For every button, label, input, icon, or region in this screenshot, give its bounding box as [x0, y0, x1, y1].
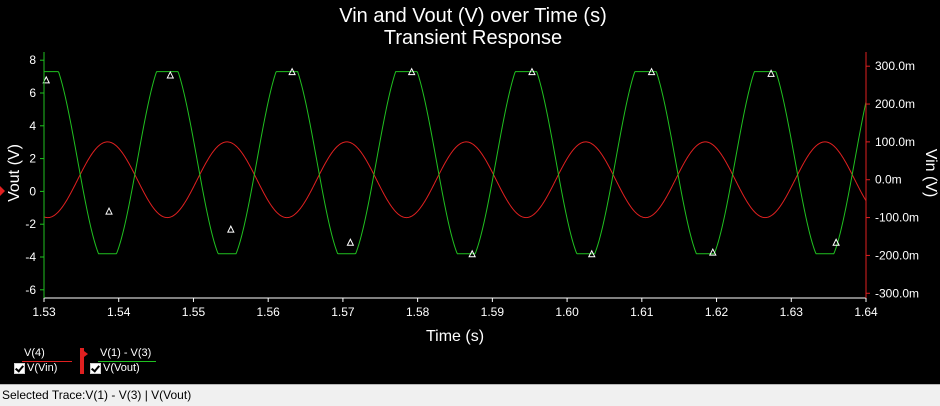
- x-tick-label: 1.62: [705, 305, 729, 319]
- x-tick-label: 1.56: [257, 305, 281, 319]
- legend-item-vout-label: V(Vout): [103, 362, 140, 374]
- data-point-marker: [227, 225, 235, 233]
- status-text: Selected Trace:V(1) - V(3) | V(Vout): [2, 388, 192, 402]
- y-left-tick-label: 8: [29, 53, 36, 67]
- chart-title: Vin and Vout (V) over Time (s): [339, 5, 607, 27]
- y-left-axis-label: Vout (V): [6, 144, 23, 202]
- chart-subtitle: Transient Response: [384, 27, 562, 49]
- x-tick-label: 1.61: [630, 305, 654, 319]
- legend-item-vin[interactable]: V(4) V(Vin): [14, 347, 72, 379]
- x-tick-label: 1.64: [854, 305, 878, 319]
- markers-layer: [42, 67, 840, 258]
- series-layer: [43, 71, 867, 255]
- x-axis-label: Time (s): [426, 328, 484, 345]
- x-tick-label: 1.60: [555, 305, 579, 319]
- axis-selection-marker: [0, 186, 5, 196]
- data-point-marker: [105, 206, 113, 215]
- y-right-tick-label: 0.0m: [875, 173, 902, 187]
- data-point-marker: [166, 70, 175, 79]
- plot-frame: [43, 51, 867, 299]
- y-right-tick-label: -100.0m: [875, 211, 919, 225]
- legend-vin-checkbox[interactable]: [14, 363, 25, 374]
- selected-trace-bar: [80, 348, 84, 374]
- series-line-v-vout-[interactable]: [44, 71, 867, 255]
- legend-item-vout-swatch: [98, 361, 156, 362]
- legend-item-vin-label: V(Vin): [27, 362, 58, 374]
- x-tick-label: 1.55: [182, 305, 206, 319]
- y-right-ticks: 300.0m 200.0m 100.0m 0.0m -100.0m -200.0m -300…: [866, 59, 919, 300]
- y-right-tick-label: 200.0m: [875, 97, 915, 111]
- x-tick-label: 1.63: [780, 305, 804, 319]
- legend-item-vout[interactable]: V(1) - V(3) V(Vout): [80, 347, 156, 379]
- y-right-axis-label: Vin (V): [922, 149, 939, 198]
- x-tick-label: 1.57: [331, 305, 355, 319]
- y-right-tick-label: 300.0m: [875, 59, 915, 73]
- y-left-tick-label: 2: [29, 152, 36, 166]
- legend-item-vin-source: V(4): [24, 347, 45, 359]
- x-tick-label: 1.59: [481, 305, 505, 319]
- legend-vout-checkbox[interactable]: [90, 363, 101, 374]
- x-tick-label: 1.53: [32, 305, 56, 319]
- y-left-ticks: 8 6 4 2 0 -2 -4 -6: [25, 53, 44, 297]
- data-point-marker: [346, 238, 355, 246]
- y-right-tick-label: 100.0m: [875, 135, 915, 149]
- series-line-v-vin-[interactable]: [43, 141, 867, 219]
- y-right-tick-label: -200.0m: [875, 248, 919, 262]
- y-left-tick-label: -6: [25, 283, 36, 297]
- y-left-tick-label: -2: [25, 217, 36, 231]
- x-tick-label: 1.54: [107, 305, 131, 319]
- y-left-tick-label: 6: [29, 86, 36, 100]
- chart-svg: Vin and Vout (V) over Time (s) Transient…: [6, 5, 939, 345]
- status-bar: Selected Trace:V(1) - V(3) | V(Vout): [0, 384, 940, 406]
- y-left-tick-label: 0: [29, 184, 36, 198]
- x-ticks: 1.53 1.54 1.55 1.56 1.57 1.58 1.59 1.60 1.61 1.62…: [32, 298, 878, 319]
- y-left-tick-label: -4: [25, 250, 36, 264]
- legend-item-vout-source: V(1) - V(3): [100, 347, 152, 359]
- y-left-tick-label: 4: [29, 119, 36, 133]
- y-right-tick-label: -300.0m: [875, 286, 919, 300]
- chart-area: Vin and Vout (V) over Time (s) Transient…: [0, 0, 940, 384]
- legend-item-vin-swatch: [22, 361, 72, 362]
- x-tick-label: 1.58: [406, 305, 430, 319]
